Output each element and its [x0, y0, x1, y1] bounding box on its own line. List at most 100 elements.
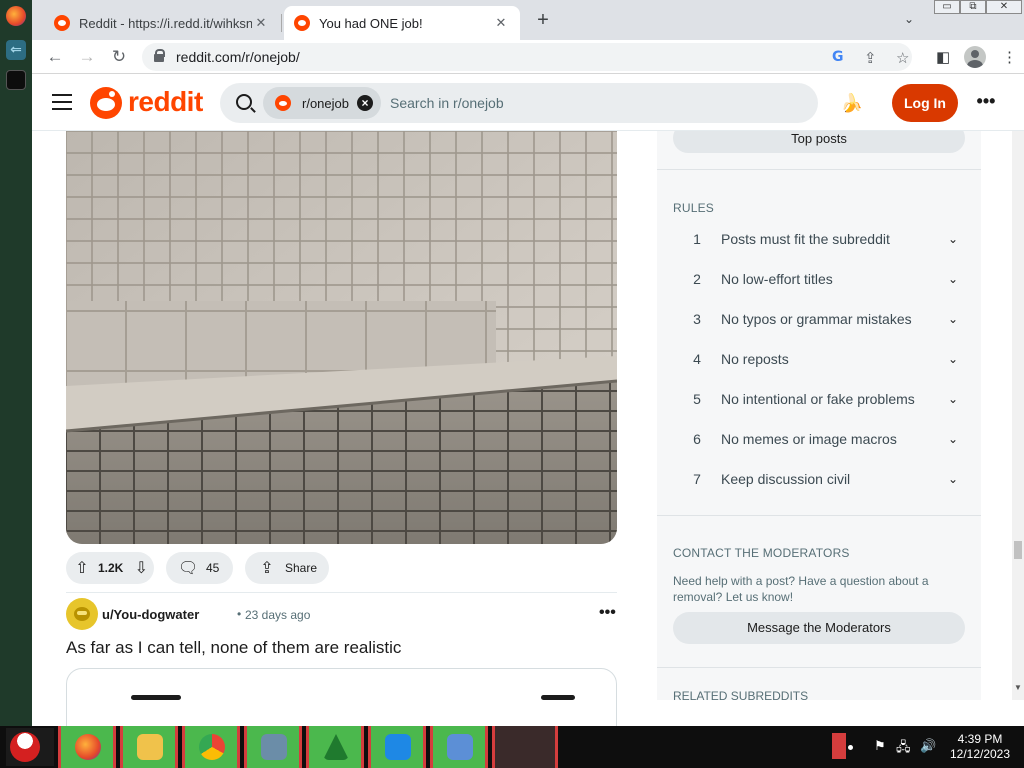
reddit-favicon-icon [294, 15, 310, 31]
minimize-button[interactable]: ▭ [934, 0, 960, 14]
rule-number: 5 [693, 391, 701, 407]
rule-item[interactable]: 3 No typos or grammar mistakes ⌄ [673, 299, 965, 339]
chip-label: r/onejob [302, 95, 349, 111]
rule-item[interactable]: 2 No low-effort titles ⌄ [673, 259, 965, 299]
upvote-icon[interactable]: ⇧ [72, 558, 92, 578]
app-desktop-icon[interactable]: ⇐ [6, 40, 26, 60]
comments-button[interactable]: 🗨 45 [166, 552, 233, 584]
close-window-button[interactable]: ✕ [986, 0, 1022, 14]
browser-menu-icon[interactable]: ⋮ [1002, 48, 1017, 66]
rule-text: No intentional or fake problems [721, 391, 915, 407]
profile-avatar[interactable] [964, 46, 986, 68]
chevron-down-icon[interactable]: ⌄ [941, 272, 965, 286]
forward-button[interactable]: → [76, 46, 98, 68]
hamburger-menu-icon[interactable] [52, 94, 72, 110]
reddit-logo-icon[interactable] [90, 87, 122, 119]
app-desktop-icon[interactable] [6, 70, 26, 90]
firefox-desktop-icon[interactable] [6, 6, 26, 26]
reload-button[interactable]: ↻ [108, 46, 130, 68]
rule-text: Keep discussion civil [721, 471, 851, 487]
rule-item[interactable]: 7 Keep discussion civil ⌄ [673, 459, 965, 499]
tab-close-icon[interactable]: ✕ [492, 15, 510, 31]
taskbar-computer[interactable] [244, 726, 302, 768]
taskbar-download[interactable] [368, 726, 426, 768]
rule-text: No low-effort titles [721, 271, 833, 287]
side-panel-icon[interactable]: ◧ [936, 48, 950, 66]
chevron-down-icon[interactable]: ⌄ [941, 472, 965, 486]
embed-content [541, 695, 575, 700]
browser-window: Reddit - https://i.redd.it/wihksn0 ✕ You… [32, 0, 1024, 728]
rule-text: No memes or image macros [721, 431, 897, 447]
taskbar: ⚑ 🖧 🔊 4:39 PM 12/12/2023 [0, 726, 1024, 768]
post-image[interactable] [66, 131, 617, 544]
computer-icon [261, 734, 287, 760]
scroll-down-arrow-icon[interactable]: ▼ [1014, 683, 1022, 692]
search-bar[interactable]: r/onejob × Search in r/onejob [220, 83, 818, 123]
tab-close-icon[interactable]: ✕ [252, 15, 270, 31]
comment-author[interactable]: u/You-dogwater [102, 607, 199, 622]
bookmark-star-icon[interactable]: ☆ [896, 49, 909, 67]
taskbar-chrome[interactable] [182, 726, 240, 768]
search-icon [236, 94, 252, 110]
search-input[interactable]: Search in r/onejob [390, 95, 504, 111]
message-moderators-button[interactable]: Message the Moderators [673, 612, 965, 644]
taskbar-file-explorer[interactable] [120, 726, 178, 768]
banana-icon[interactable]: 🍌 [840, 91, 864, 115]
clear-chip-icon[interactable]: × [357, 95, 373, 111]
reddit-wordmark[interactable]: reddit [128, 86, 203, 118]
comment-menu-icon[interactable]: ••• [599, 604, 616, 622]
tab-search-icon[interactable]: ⌄ [904, 12, 914, 26]
chevron-down-icon[interactable]: ⌄ [941, 392, 965, 406]
comment-embed-card[interactable] [66, 668, 617, 728]
google-lens-icon[interactable]: G [832, 49, 844, 65]
rules-heading: RULES [673, 201, 715, 215]
login-button[interactable]: Log In [892, 84, 958, 122]
divider [66, 592, 617, 593]
firefox-icon [75, 734, 101, 760]
rule-item[interactable]: 4 No reposts ⌄ [673, 339, 965, 379]
rule-item[interactable]: 1 Posts must fit the subreddit ⌄ [673, 219, 965, 259]
url-text[interactable]: reddit.com/r/onejob/ [176, 49, 300, 65]
comment-body: As far as I can tell, none of them are r… [66, 638, 402, 657]
chevron-down-icon[interactable]: ⌄ [941, 432, 965, 446]
tab-onejob[interactable]: You had ONE job! ✕ [284, 6, 520, 40]
rule-item[interactable]: 6 No memes or image macros ⌄ [673, 419, 965, 459]
address-bar[interactable]: reddit.com/r/onejob/ G ⇪ ☆ [142, 43, 912, 71]
more-options-icon[interactable]: ••• [974, 89, 998, 113]
rule-number: 3 [693, 311, 701, 327]
lock-icon[interactable] [154, 49, 165, 62]
maximize-button[interactable]: ⧉ [960, 0, 986, 14]
santa-start-icon [10, 732, 40, 762]
taskbar-control-panel[interactable] [430, 726, 488, 768]
share-button[interactable]: ⇪ Share [245, 552, 329, 584]
share-icon: ⇪ [260, 560, 274, 577]
back-button[interactable]: ← [44, 46, 66, 68]
start-button[interactable] [6, 728, 54, 766]
downvote-icon[interactable]: ⇩ [131, 558, 151, 578]
scrollbar-thumb[interactable] [1014, 541, 1022, 559]
chevron-down-icon[interactable]: ⌄ [941, 232, 965, 246]
vote-count: 1.2K [98, 561, 124, 575]
rule-item[interactable]: 5 No intentional or fake problems ⌄ [673, 379, 965, 419]
volume-icon[interactable]: 🔊 [920, 738, 936, 754]
christmas-tree-icon [323, 734, 349, 760]
taskbar-christmas-tree[interactable] [306, 726, 364, 768]
avatar[interactable] [66, 598, 98, 630]
share-icon[interactable]: ⇪ [864, 49, 877, 67]
chevron-down-icon[interactable]: ⌄ [941, 352, 965, 366]
tab-title: Reddit - https://i.redd.it/wihksn0 [79, 15, 252, 31]
community-search-chip[interactable]: r/onejob × [263, 87, 381, 119]
page-scrollbar[interactable]: ▼ [1012, 131, 1024, 700]
taskbar-firefox[interactable] [58, 726, 116, 768]
tab-reddit-image[interactable]: Reddit - https://i.redd.it/wihksn0 ✕ [44, 6, 280, 40]
post-action-bar: ⇧ 1.2K ⇩ 🗨 45 ⇪ Share [66, 552, 617, 584]
chevron-down-icon[interactable]: ⌄ [941, 312, 965, 326]
new-tab-button[interactable]: + [532, 10, 554, 32]
flag-icon[interactable]: ⚑ [874, 738, 886, 754]
top-posts-button[interactable]: Top posts [673, 131, 965, 153]
download-icon [385, 734, 411, 760]
network-icon[interactable]: 🖧 [896, 738, 911, 760]
taskbar-active-window[interactable] [492, 726, 558, 768]
tab-separator [281, 14, 282, 32]
taskbar-clock[interactable]: 4:39 PM 12/12/2023 [944, 732, 1016, 762]
